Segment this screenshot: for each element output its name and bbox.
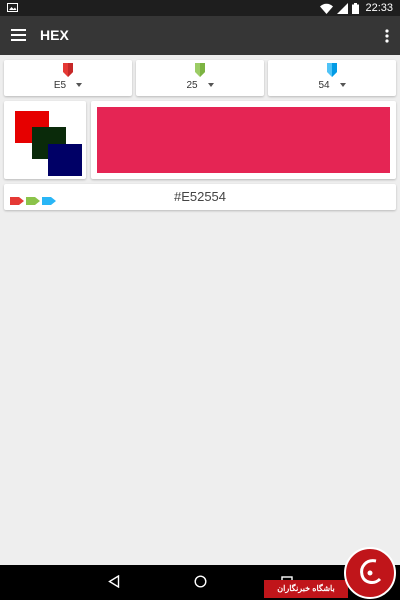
chevron-down-icon (207, 83, 214, 88)
watermark-logo (344, 547, 396, 599)
blue-channel-select[interactable]: 54 (268, 60, 396, 96)
blue-square (48, 144, 82, 176)
status-bar: 22:33 (0, 0, 400, 16)
hex-value: #E52554 (173, 189, 227, 204)
status-time: 22:33 (365, 2, 393, 14)
green-channel-value: 25 (186, 80, 198, 91)
blue-channel-value: 54 (318, 80, 330, 91)
red-channel-value: E5 (53, 80, 67, 91)
blue-tag-icon (326, 63, 338, 77)
page-title: HEX (40, 27, 69, 43)
chevron-down-icon (76, 83, 83, 88)
home-icon[interactable] (194, 575, 207, 593)
green-channel-select[interactable]: 25 (136, 60, 264, 96)
watermark-banner: باشگاه خبرنگاران (264, 580, 348, 598)
battery-icon (352, 2, 360, 14)
chevron-down-icon (339, 83, 346, 88)
red-channel-select[interactable]: E5 (4, 60, 132, 96)
green-tag-icon (194, 63, 206, 77)
color-swatch-card (91, 101, 396, 179)
hamburger-menu-icon[interactable] (10, 27, 28, 43)
rgb-preview (4, 101, 86, 179)
app-bar: HEX (0, 16, 400, 55)
image-icon (7, 3, 18, 12)
more-vert-icon[interactable] (384, 28, 390, 44)
color-swatch (97, 107, 390, 173)
hex-value-bar: #E52554 (4, 184, 396, 210)
signal-icon (337, 2, 349, 14)
red-tag-icon (62, 63, 74, 77)
wifi-icon (320, 3, 334, 14)
back-icon[interactable] (108, 574, 120, 593)
